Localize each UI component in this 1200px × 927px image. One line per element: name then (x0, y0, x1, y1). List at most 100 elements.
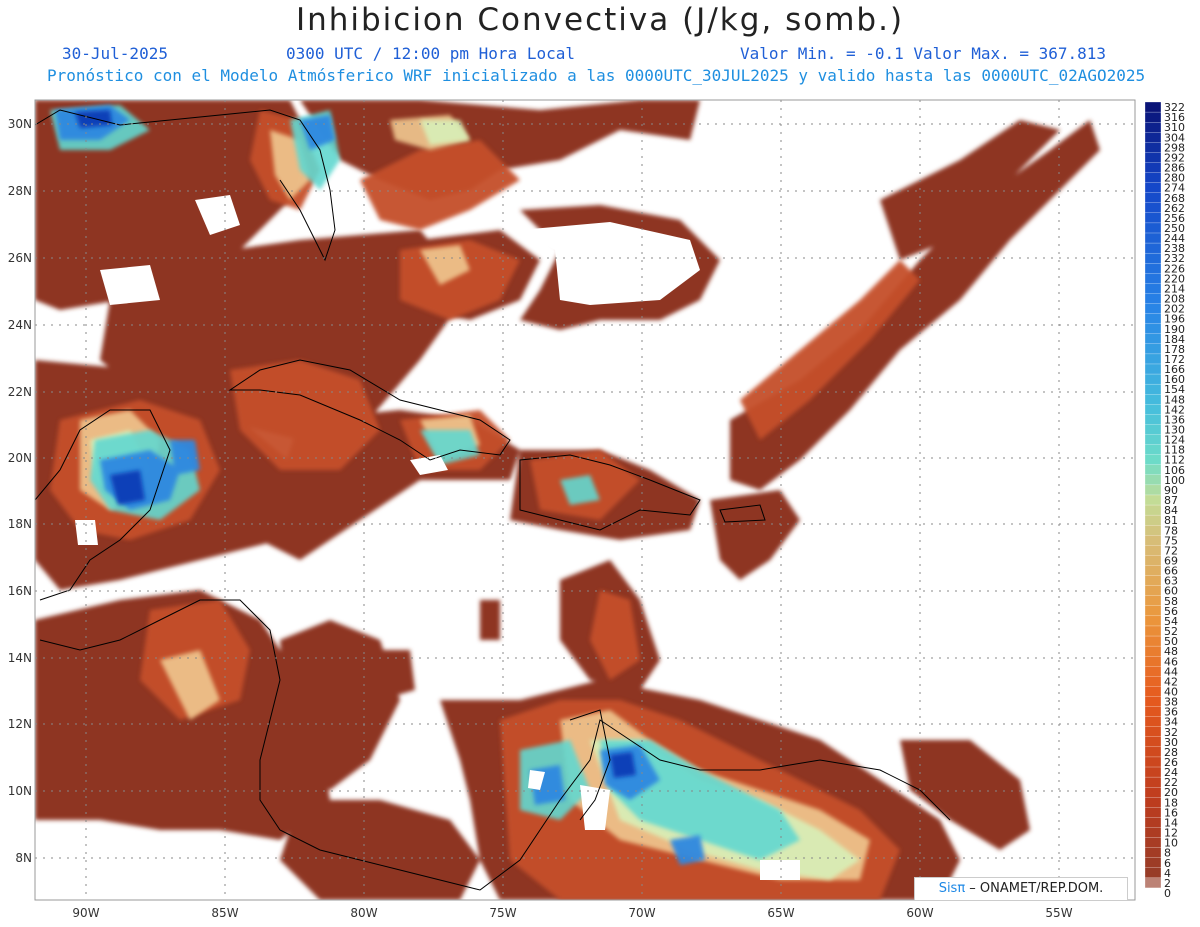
lat-label: 8N (15, 851, 32, 865)
colorbar-swatch (1144, 111, 1162, 123)
colorbar-swatch (1144, 242, 1162, 254)
colorbar-swatch (1144, 323, 1162, 335)
colorbar-swatch (1144, 746, 1162, 758)
colorbar-swatch (1144, 283, 1162, 294)
colorbar-swatch (1144, 797, 1162, 808)
colorbar-swatch (1144, 645, 1162, 657)
colorbar-swatch (1144, 484, 1162, 496)
lat-label: 24N (8, 318, 32, 332)
colorbar-swatch (1144, 263, 1162, 274)
colorbar-swatch (1144, 444, 1162, 456)
colorbar-swatch (1144, 545, 1162, 556)
colorbar-swatch (1144, 595, 1162, 607)
colorbar-swatch (1144, 696, 1162, 708)
colorbar-swatch (1144, 152, 1162, 164)
lat-label: 30N (8, 117, 32, 131)
colorbar-swatch (1144, 807, 1162, 818)
cin-field (35, 100, 1135, 900)
lon-label: 65W (767, 906, 794, 920)
colorbar-swatch (1144, 232, 1162, 244)
credit-text: – ONAMET/REP.DOM. (965, 881, 1104, 896)
lat-axis: 30N 28N 26N 24N 22N 20N 18N 16N 14N 12N … (8, 117, 32, 865)
colorbar-swatch (1144, 514, 1162, 526)
colorbar-swatch (1144, 585, 1162, 597)
colorbar-swatch (1144, 615, 1162, 627)
colorbar-swatch (1144, 605, 1162, 617)
colorbar-swatch (1144, 847, 1162, 859)
lat-label: 16N (8, 584, 32, 598)
colorbar-swatch (1144, 414, 1162, 425)
colorbar-swatch (1144, 252, 1162, 264)
colorbar-swatch (1144, 313, 1162, 325)
colorbar-swatch (1144, 635, 1162, 647)
lat-label: 12N (8, 717, 32, 731)
lon-label: 85W (211, 906, 238, 920)
lat-label: 18N (8, 517, 32, 531)
lat-label: 14N (8, 651, 32, 665)
colorbar: 3223163103042982922862802742682622562502… (1144, 101, 1185, 900)
lon-label: 55W (1045, 906, 1072, 920)
colorbar-swatch (1144, 525, 1162, 536)
credit-box: Sisπ – ONAMET/REP.DOM. (914, 877, 1128, 901)
colorbar-swatch (1144, 766, 1162, 778)
colorbar-swatch (1144, 424, 1162, 436)
lat-label: 28N (8, 184, 32, 198)
colorbar-swatch (1144, 353, 1162, 365)
colorbar-swatch (1144, 867, 1162, 879)
colorbar-swatch (1144, 494, 1162, 506)
colorbar-swatch (1144, 222, 1162, 234)
lat-label: 10N (8, 784, 32, 798)
lat-label: 22N (8, 385, 32, 399)
colorbar-swatch (1144, 404, 1162, 415)
colorbar-swatch (1144, 333, 1162, 345)
colorbar-swatch (1144, 192, 1162, 204)
colorbar-swatch (1144, 736, 1162, 748)
colorbar-swatch (1144, 132, 1162, 143)
lon-label: 60W (906, 906, 933, 920)
colorbar-swatch (1144, 817, 1162, 829)
colorbar-swatch (1144, 726, 1162, 738)
colorbar-swatch (1144, 776, 1162, 788)
colorbar-swatch (1144, 394, 1162, 405)
colorbar-swatch (1144, 575, 1162, 587)
colorbar-swatch (1144, 827, 1162, 839)
colorbar-swatch (1144, 101, 1162, 113)
colorbar-swatch (1144, 303, 1162, 315)
map-canvas: 30N 28N 26N 24N 22N 20N 18N 16N 14N 12N … (8, 99, 1185, 920)
lat-label: 26N (8, 251, 32, 265)
colorbar-swatch (1144, 756, 1162, 768)
lon-axis: 90W 85W 80W 75W 70W 65W 60W 55W (72, 906, 1072, 920)
colorbar-swatch (1144, 625, 1162, 637)
colorbar-swatch (1144, 877, 1162, 889)
colorbar-swatch (1144, 555, 1162, 567)
colorbar-swatch (1144, 837, 1162, 849)
colorbar-swatch (1144, 666, 1162, 677)
lat-label: 20N (8, 451, 32, 465)
colorbar-swatch (1144, 716, 1162, 728)
colorbar-label: 0 (1164, 887, 1171, 900)
colorbar-swatch (1144, 273, 1162, 284)
colorbar-swatch (1144, 474, 1162, 486)
colorbar-swatch (1144, 293, 1162, 305)
colorbar-swatch (1144, 202, 1162, 214)
colorbar-swatch (1144, 676, 1162, 687)
colorbar-swatch (1144, 656, 1162, 667)
lon-label: 75W (489, 906, 516, 920)
colorbar-swatch (1144, 857, 1162, 869)
colorbar-swatch (1144, 162, 1162, 174)
colorbar-swatch (1144, 434, 1162, 446)
colorbar-swatch (1144, 887, 1162, 899)
colorbar-swatch (1144, 142, 1162, 153)
colorbar-swatch (1144, 464, 1162, 476)
colorbar-swatch (1144, 565, 1162, 577)
colorbar-swatch (1144, 363, 1162, 375)
colorbar-swatch (1144, 454, 1162, 466)
lon-label: 70W (628, 906, 655, 920)
colorbar-swatch (1144, 172, 1162, 184)
colorbar-swatch (1144, 212, 1162, 224)
colorbar-swatch (1144, 383, 1162, 395)
colorbar-swatch (1144, 122, 1162, 133)
colorbar-swatch (1144, 182, 1162, 194)
colorbar-swatch (1144, 343, 1162, 355)
colorbar-swatch (1144, 373, 1162, 385)
